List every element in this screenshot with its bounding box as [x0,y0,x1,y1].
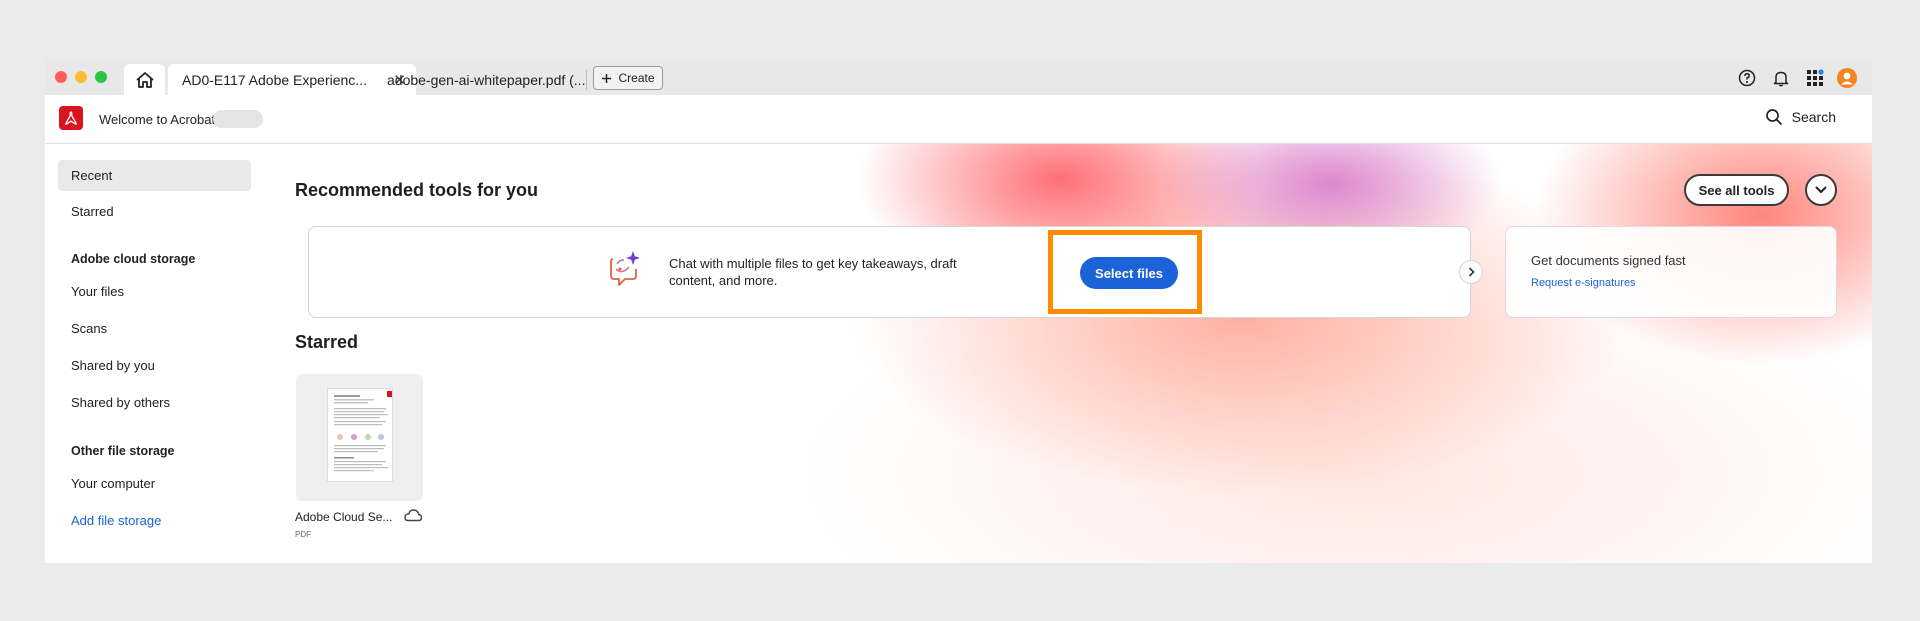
sidebar-item-starred[interactable]: Starred [58,196,251,227]
esign-card[interactable]: Get documents signed fast Request e-sign… [1505,226,1837,318]
search-button[interactable]: Search [1765,108,1836,126]
main-content: Recommended tools for you See all tools … [260,144,1872,563]
ai-assistant-tool-card: Chat with multiple files to get key take… [308,226,1471,318]
sidebar-item-shared-by-others[interactable]: Shared by others [58,387,251,418]
sidebar-item-add-file-storage[interactable]: Add file storage [58,505,251,536]
home-tab[interactable] [124,64,165,95]
sidebar-item-scans[interactable]: Scans [58,313,251,344]
carousel-next-button[interactable] [1459,260,1483,284]
file-thumbnail[interactable] [296,374,423,501]
starred-section-title: Starred [295,332,359,352]
create-button[interactable]: Create [593,66,663,90]
plus-icon [602,73,612,83]
user-avatar-icon[interactable] [1837,68,1857,88]
recommended-tools-title: Recommended tools for you [295,180,539,200]
document-preview-icon [334,391,392,472]
acrobat-logo[interactable] [59,106,83,130]
tab-label: adobe-gen-ai-whitepaper.pdf (... [387,71,586,88]
search-icon [1765,109,1782,126]
apps-grid-icon[interactable] [1805,68,1825,88]
sidebar-item-label: Scans [71,321,108,336]
sidebar-item-shared-by-you[interactable]: Shared by you [58,350,251,381]
ai-chat-sparkle-icon [610,251,640,286]
notifications-bell-icon[interactable] [1771,68,1791,88]
esign-title: Get documents signed fast [1531,253,1686,268]
file-type-label: PDF [295,530,311,539]
chevron-down-icon [1815,186,1827,193]
sidebar-item-label: Shared by others [71,395,171,410]
tab-separator [586,70,587,90]
sidebar-item-label: Add file storage [71,513,162,528]
see-all-tools-button[interactable]: See all tools [1684,174,1789,206]
collapse-tools-button[interactable] [1805,174,1837,206]
sidebar-item-label: Starred [71,204,114,219]
help-icon[interactable] [1737,68,1757,88]
select-files-label: Select files [1095,265,1163,281]
acrobat-logo-icon [65,111,77,125]
window-close-button[interactable] [55,71,67,83]
sidebar-item-recent[interactable]: Recent [58,160,251,191]
sidebar-heading-cloud: Adobe cloud storage [71,252,196,266]
home-icon [135,71,154,88]
sidebar-item-label: Your files [71,284,124,299]
see-all-label: See all tools [1698,182,1775,198]
search-label: Search [1791,109,1836,125]
tool-description: Chat with multiple files to get key take… [669,256,957,288]
acrobat-window: AD0-E117 Adobe Experienc... ✕ adobe-gen-… [45,59,1872,563]
tab-bar: AD0-E117 Adobe Experienc... ✕ adobe-gen-… [45,59,1872,95]
select-files-button[interactable]: Select files [1080,257,1178,289]
sidebar-heading-other: Other file storage [71,444,175,458]
welcome-text: Welcome to Acrobat, [99,112,219,127]
sidebar: Recent Starred Adobe cloud storage Your … [45,144,260,563]
window-minimize-button[interactable] [75,71,87,83]
sidebar-item-label: Recent [71,168,113,183]
tab-label: AD0-E117 Adobe Experienc... [182,71,367,88]
window-zoom-button[interactable] [95,71,107,83]
sidebar-item-your-computer[interactable]: Your computer [58,468,251,499]
sidebar-item-your-files[interactable]: Your files [58,276,251,307]
cloud-icon [404,509,423,522]
request-esignatures-link[interactable]: Request e-signatures [1531,277,1636,289]
create-label: Create [618,71,655,85]
user-name-placeholder [213,110,263,128]
tab-whitepaper[interactable]: adobe-gen-ai-whitepaper.pdf (... [373,64,586,95]
sidebar-item-label: Your computer [71,476,156,491]
sidebar-item-label: Shared by you [71,358,155,373]
chevron-right-icon [1468,267,1475,277]
app-header: Welcome to Acrobat, Search [45,95,1872,144]
document-page-preview [327,388,393,482]
file-name[interactable]: Adobe Cloud Se... [295,510,392,524]
